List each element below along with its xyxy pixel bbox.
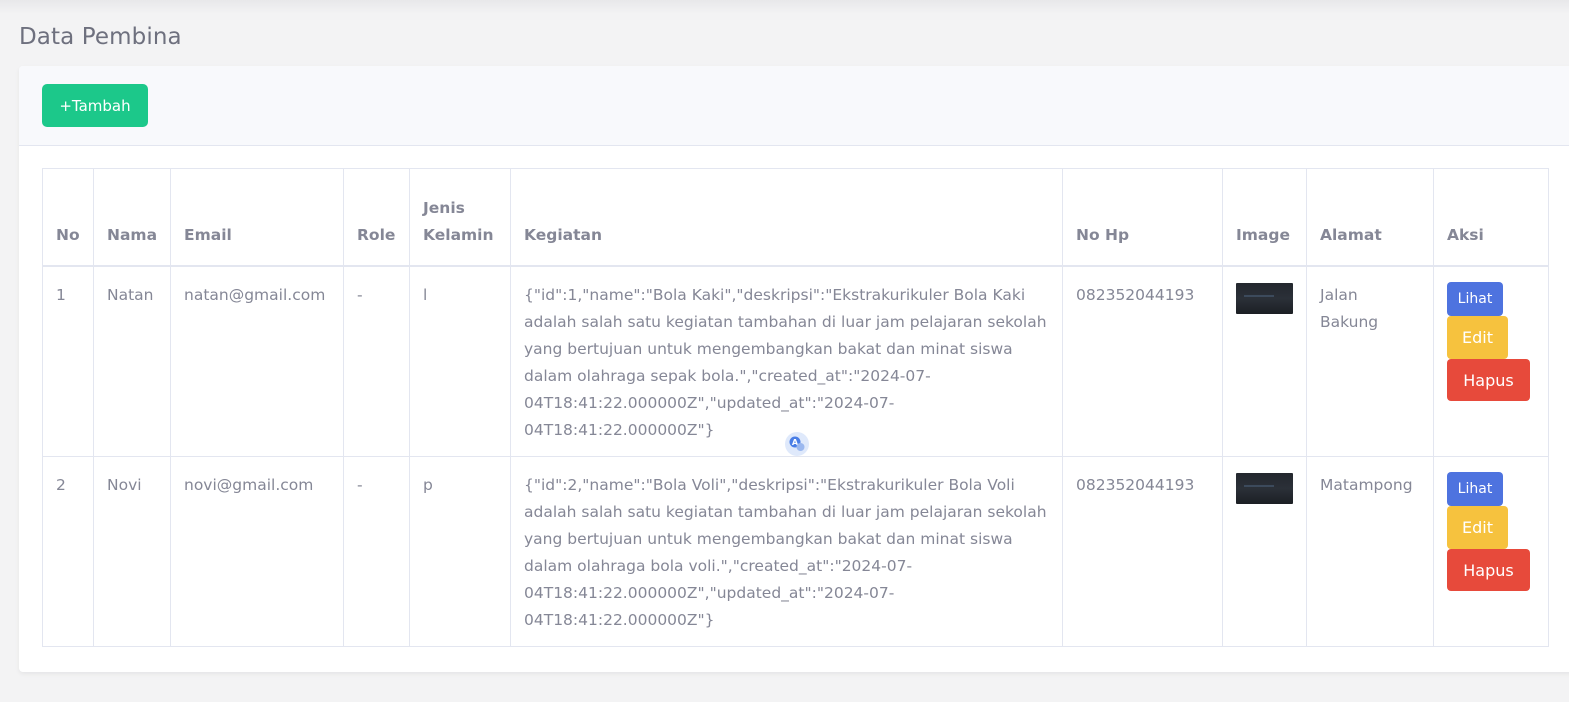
table-header-row: No Nama Email Role Jenis Kelamin Kegiata… <box>42 168 1549 267</box>
cell-nama: Natan <box>93 265 171 457</box>
cell-alamat: Matampong <box>1306 456 1434 647</box>
view-button[interactable]: Lihat <box>1447 282 1503 316</box>
cell-role: - <box>343 265 410 457</box>
header-aksi[interactable]: Aksi <box>1433 168 1549 267</box>
profile-thumbnail[interactable] <box>1236 473 1293 504</box>
cell-aksi: Lihat Edit Hapus <box>1433 265 1549 457</box>
table-row: 1 Natan natan@gmail.com - l {"id":1,"nam… <box>42 265 1549 457</box>
header-kegiatan[interactable]: Kegiatan <box>510 168 1063 267</box>
header-no[interactable]: No <box>42 168 94 267</box>
cell-email: natan@gmail.com <box>170 265 344 457</box>
cell-kegiatan: {"id":2,"name":"Bola Voli","deskripsi":"… <box>510 456 1063 647</box>
cell-kegiatan: {"id":1,"name":"Bola Kaki","deskripsi":"… <box>510 265 1063 457</box>
cell-no: 1 <box>42 265 94 457</box>
add-button[interactable]: +Tambah <box>42 84 148 127</box>
header-email[interactable]: Email <box>170 168 344 267</box>
header-role[interactable]: Role <box>343 168 410 267</box>
cell-role: - <box>343 456 410 647</box>
cell-jenis-kelamin: l <box>409 265 511 457</box>
view-button[interactable]: Lihat <box>1447 472 1503 506</box>
cell-image <box>1222 265 1307 457</box>
cell-email: novi@gmail.com <box>170 456 344 647</box>
edit-button[interactable]: Edit <box>1447 316 1508 359</box>
cell-jenis-kelamin: p <box>409 456 511 647</box>
table-row: 2 Novi novi@gmail.com - p {"id":2,"name"… <box>42 456 1549 647</box>
card-header: +Tambah <box>19 66 1569 146</box>
cell-no-hp: 082352044193 <box>1062 265 1223 457</box>
cell-image <box>1222 456 1307 647</box>
translate-icon[interactable]: A <box>785 432 809 456</box>
delete-button[interactable]: Hapus <box>1447 549 1530 591</box>
edit-button[interactable]: Edit <box>1447 506 1508 549</box>
cell-alamat: Jalan Bakung <box>1306 265 1434 457</box>
delete-button[interactable]: Hapus <box>1447 359 1530 401</box>
top-shadow <box>0 0 1569 14</box>
header-no-hp[interactable]: No Hp <box>1062 168 1223 267</box>
page-title: Data Pembina <box>19 24 182 50</box>
cell-no: 2 <box>42 456 94 647</box>
header-nama[interactable]: Nama <box>93 168 171 267</box>
cell-no-hp: 082352044193 <box>1062 456 1223 647</box>
profile-thumbnail[interactable] <box>1236 283 1293 314</box>
cell-nama: Novi <box>93 456 171 647</box>
header-alamat[interactable]: Alamat <box>1306 168 1434 267</box>
cell-aksi: Lihat Edit Hapus <box>1433 456 1549 647</box>
pembina-table: No Nama Email Role Jenis Kelamin Kegiata… <box>42 168 1549 647</box>
data-card: +Tambah No Nama Email Role Jenis Kelamin… <box>19 66 1569 672</box>
header-jenis-kelamin[interactable]: Jenis Kelamin <box>409 168 511 267</box>
header-image[interactable]: Image <box>1222 168 1307 267</box>
